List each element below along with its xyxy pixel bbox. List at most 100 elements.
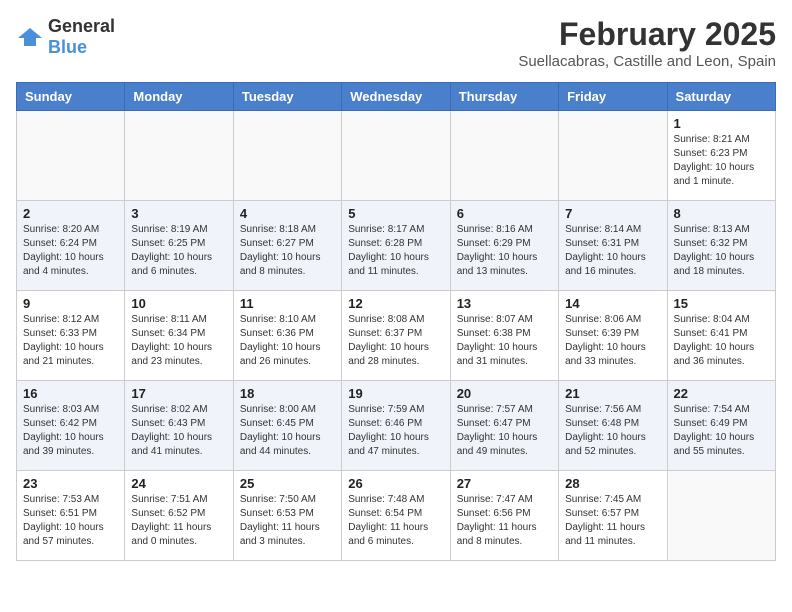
calendar-cell — [233, 111, 341, 201]
day-number: 7 — [565, 206, 660, 221]
day-info: Sunrise: 8:21 AM Sunset: 6:23 PM Dayligh… — [674, 133, 769, 189]
day-number: 21 — [565, 386, 660, 401]
calendar-cell: 1 Sunrise: 8:21 AM Sunset: 6:23 PM Daylig… — [667, 111, 775, 201]
day-number: 9 — [23, 296, 118, 311]
calendar-cell: 15 Sunrise: 8:04 AM Sunset: 6:41 PM Dayli… — [667, 291, 775, 381]
calendar-cell — [342, 111, 450, 201]
weekday-header: Tuesday — [233, 83, 341, 111]
calendar-subtitle: Suellacabras, Castille and Leon, Spain — [518, 53, 776, 70]
day-info: Sunrise: 8:00 AM Sunset: 6:45 PM Dayligh… — [240, 403, 335, 459]
calendar-cell: 13 Sunrise: 8:07 AM Sunset: 6:38 PM Dayli… — [450, 291, 558, 381]
day-info: Sunrise: 7:45 AM Sunset: 6:57 PM Dayligh… — [565, 493, 660, 549]
calendar-cell: 5Sunrise: 8:17 AM Sunset: 6:28 PM Daylig… — [342, 201, 450, 291]
day-info: Sunrise: 8:12 AM Sunset: 6:33 PM Dayligh… — [23, 313, 118, 369]
header: General Blue February 2025 Suellacabras,… — [16, 16, 776, 70]
calendar-table: SundayMondayTuesdayWednesdayThursdayFrid… — [16, 82, 776, 561]
day-info: Sunrise: 8:06 AM Sunset: 6:39 PM Dayligh… — [565, 313, 660, 369]
day-info: Sunrise: 7:47 AM Sunset: 6:56 PM Dayligh… — [457, 493, 552, 549]
day-number: 28 — [565, 476, 660, 491]
calendar-cell: 7 Sunrise: 8:14 AM Sunset: 6:31 PM Daylig… — [559, 201, 667, 291]
day-info: Sunrise: 8:13 AM Sunset: 6:32 PM Dayligh… — [674, 223, 769, 279]
day-number: 3 — [131, 206, 226, 221]
day-number: 4 — [240, 206, 335, 221]
day-info: Sunrise: 8:14 AM Sunset: 6:31 PM Dayligh… — [565, 223, 660, 279]
day-number: 20 — [457, 386, 552, 401]
weekday-header: Wednesday — [342, 83, 450, 111]
calendar-cell: 27 Sunrise: 7:47 AM Sunset: 6:56 PM Dayli… — [450, 471, 558, 561]
weekday-header: Friday — [559, 83, 667, 111]
calendar-cell — [450, 111, 558, 201]
calendar-cell: 18 Sunrise: 8:00 AM Sunset: 6:45 PM Dayli… — [233, 381, 341, 471]
calendar-week-row: 16 Sunrise: 8:03 AM Sunset: 6:42 PM Dayli… — [17, 381, 776, 471]
calendar-week-row: 9 Sunrise: 8:12 AM Sunset: 6:33 PM Daylig… — [17, 291, 776, 381]
calendar-cell: 28 Sunrise: 7:45 AM Sunset: 6:57 PM Dayli… — [559, 471, 667, 561]
day-number: 22 — [674, 386, 769, 401]
day-number: 18 — [240, 386, 335, 401]
calendar-cell: 25 Sunrise: 7:50 AM Sunset: 6:53 PM Dayli… — [233, 471, 341, 561]
day-info: Sunrise: 8:02 AM Sunset: 6:43 PM Dayligh… — [131, 403, 226, 459]
day-number: 13 — [457, 296, 552, 311]
day-number: 6 — [457, 206, 552, 221]
calendar-cell: 8 Sunrise: 8:13 AM Sunset: 6:32 PM Daylig… — [667, 201, 775, 291]
day-info: Sunrise: 8:10 AM Sunset: 6:36 PM Dayligh… — [240, 313, 335, 369]
calendar-cell: 19Sunrise: 7:59 AM Sunset: 6:46 PM Dayli… — [342, 381, 450, 471]
day-number: 24 — [131, 476, 226, 491]
logo-blue: Blue — [48, 37, 87, 57]
calendar-cell: 24 Sunrise: 7:51 AM Sunset: 6:52 PM Dayli… — [125, 471, 233, 561]
day-number: 16 — [23, 386, 118, 401]
day-info: Sunrise: 8:20 AM Sunset: 6:24 PM Dayligh… — [23, 223, 118, 279]
calendar-cell: 17 Sunrise: 8:02 AM Sunset: 6:43 PM Dayli… — [125, 381, 233, 471]
calendar-cell: 20Sunrise: 7:57 AM Sunset: 6:47 PM Dayli… — [450, 381, 558, 471]
day-info: Sunrise: 7:50 AM Sunset: 6:53 PM Dayligh… — [240, 493, 335, 549]
day-info: Sunrise: 7:54 AM Sunset: 6:49 PM Dayligh… — [674, 403, 769, 459]
calendar-week-row: 1 Sunrise: 8:21 AM Sunset: 6:23 PM Daylig… — [17, 111, 776, 201]
day-number: 23 — [23, 476, 118, 491]
day-info: Sunrise: 8:07 AM Sunset: 6:38 PM Dayligh… — [457, 313, 552, 369]
day-info: Sunrise: 8:11 AM Sunset: 6:34 PM Dayligh… — [131, 313, 226, 369]
logo: General Blue — [16, 16, 115, 58]
calendar-cell: 22 Sunrise: 7:54 AM Sunset: 6:49 PM Dayli… — [667, 381, 775, 471]
day-info: Sunrise: 8:04 AM Sunset: 6:41 PM Dayligh… — [674, 313, 769, 369]
calendar-cell — [125, 111, 233, 201]
weekday-header-row: SundayMondayTuesdayWednesdayThursdayFrid… — [17, 83, 776, 111]
day-number: 5 — [348, 206, 443, 221]
day-number: 10 — [131, 296, 226, 311]
day-info: Sunrise: 7:51 AM Sunset: 6:52 PM Dayligh… — [131, 493, 226, 549]
weekday-header: Thursday — [450, 83, 558, 111]
calendar-cell: 12Sunrise: 8:08 AM Sunset: 6:37 PM Dayli… — [342, 291, 450, 381]
calendar-title: February 2025 — [518, 16, 776, 53]
calendar-week-row: 23 Sunrise: 7:53 AM Sunset: 6:51 PM Dayli… — [17, 471, 776, 561]
calendar-cell: 16 Sunrise: 8:03 AM Sunset: 6:42 PM Dayli… — [17, 381, 125, 471]
calendar-cell — [667, 471, 775, 561]
calendar-cell: 3 Sunrise: 8:19 AM Sunset: 6:25 PM Daylig… — [125, 201, 233, 291]
day-number: 12 — [348, 296, 443, 311]
day-number: 26 — [348, 476, 443, 491]
day-info: Sunrise: 8:16 AM Sunset: 6:29 PM Dayligh… — [457, 223, 552, 279]
day-number: 17 — [131, 386, 226, 401]
day-info: Sunrise: 7:53 AM Sunset: 6:51 PM Dayligh… — [23, 493, 118, 549]
calendar-cell: 2Sunrise: 8:20 AM Sunset: 6:24 PM Daylig… — [17, 201, 125, 291]
calendar-cell: 4Sunrise: 8:18 AM Sunset: 6:27 PM Daylig… — [233, 201, 341, 291]
day-info: Sunrise: 7:56 AM Sunset: 6:48 PM Dayligh… — [565, 403, 660, 459]
day-number: 27 — [457, 476, 552, 491]
weekday-header: Sunday — [17, 83, 125, 111]
day-number: 25 — [240, 476, 335, 491]
logo-icon — [16, 26, 44, 48]
day-number: 11 — [240, 296, 335, 311]
calendar-cell: 6 Sunrise: 8:16 AM Sunset: 6:29 PM Daylig… — [450, 201, 558, 291]
day-info: Sunrise: 8:03 AM Sunset: 6:42 PM Dayligh… — [23, 403, 118, 459]
day-number: 1 — [674, 116, 769, 131]
calendar-cell: 21 Sunrise: 7:56 AM Sunset: 6:48 PM Dayli… — [559, 381, 667, 471]
title-area: February 2025 Suellacabras, Castille and… — [518, 16, 776, 70]
day-number: 19 — [348, 386, 443, 401]
day-number: 15 — [674, 296, 769, 311]
calendar-cell — [17, 111, 125, 201]
day-info: Sunrise: 8:19 AM Sunset: 6:25 PM Dayligh… — [131, 223, 226, 279]
calendar-cell: 26 Sunrise: 7:48 AM Sunset: 6:54 PM Dayli… — [342, 471, 450, 561]
day-info: Sunrise: 7:48 AM Sunset: 6:54 PM Dayligh… — [348, 493, 443, 549]
calendar-cell: 9 Sunrise: 8:12 AM Sunset: 6:33 PM Daylig… — [17, 291, 125, 381]
weekday-header: Monday — [125, 83, 233, 111]
logo-general: General — [48, 16, 115, 36]
day-number: 8 — [674, 206, 769, 221]
calendar-cell: 10 Sunrise: 8:11 AM Sunset: 6:34 PM Dayli… — [125, 291, 233, 381]
